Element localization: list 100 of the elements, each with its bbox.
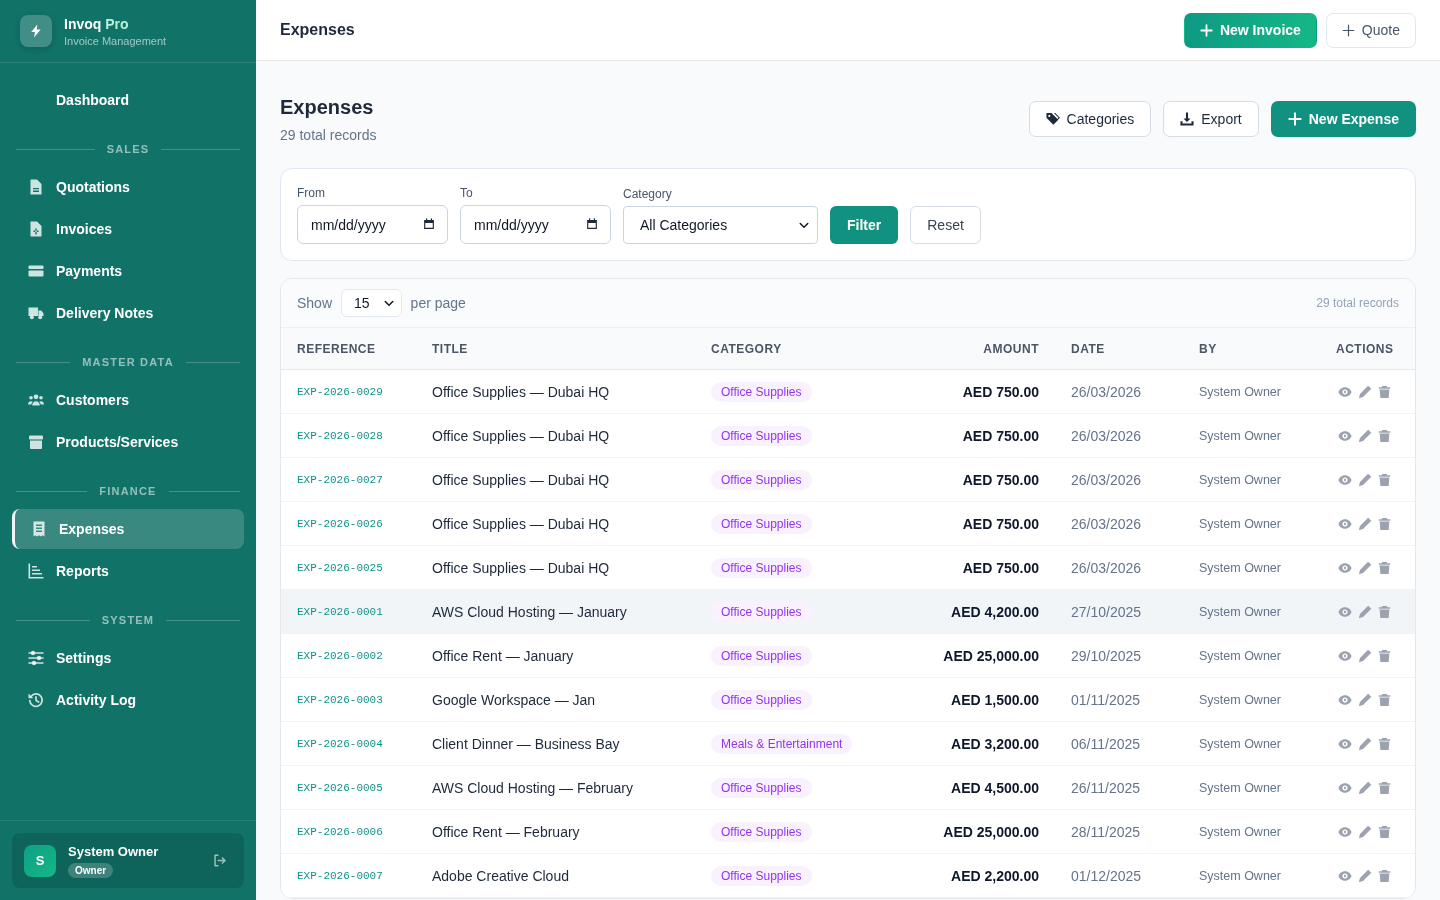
column-header: CATEGORY bbox=[710, 341, 783, 356]
reference-link[interactable]: EXP-2026-0004 bbox=[297, 737, 383, 750]
table-cell-text: AED 1,500.00 bbox=[950, 691, 1040, 708]
quote-button[interactable]: Quote bbox=[1325, 12, 1416, 48]
pencil-icon[interactable] bbox=[1358, 780, 1372, 795]
reference-link[interactable]: EXP-2026-0026 bbox=[297, 517, 383, 530]
trash-icon[interactable] bbox=[1378, 736, 1391, 751]
table-cell-text: Office Supplies — Dubai HQ bbox=[431, 515, 611, 532]
eye-icon[interactable] bbox=[1338, 604, 1352, 619]
pencil-icon[interactable] bbox=[1358, 472, 1372, 487]
header-title: Expenses bbox=[280, 21, 355, 39]
calendar-icon bbox=[423, 218, 435, 230]
pencil-icon[interactable] bbox=[1358, 516, 1372, 531]
column-header: REFERENCE bbox=[296, 341, 377, 356]
reference-link[interactable]: EXP-2026-0027 bbox=[297, 473, 383, 486]
table-cell-text: 26/03/2026 bbox=[1070, 383, 1143, 400]
trash-icon[interactable] bbox=[1378, 604, 1391, 619]
download-icon bbox=[1180, 112, 1195, 126]
sidebar-item[interactable]: Activity Log bbox=[12, 680, 244, 720]
pencil-icon[interactable] bbox=[1358, 824, 1372, 839]
reference-link[interactable]: EXP-2026-0006 bbox=[297, 825, 383, 838]
trash-icon[interactable] bbox=[1378, 384, 1391, 399]
trash-icon[interactable] bbox=[1378, 824, 1391, 839]
sidebar-item[interactable]: Payments bbox=[12, 251, 244, 291]
role-badge: Owner bbox=[68, 863, 114, 878]
table-cell-text: System Owner bbox=[1198, 868, 1282, 883]
export-button[interactable]: Export bbox=[1163, 101, 1259, 137]
pencil-icon[interactable] bbox=[1358, 868, 1372, 883]
category-select[interactable]: All Categories bbox=[623, 206, 818, 244]
page-size-select[interactable]: 15 bbox=[341, 289, 402, 317]
eye-icon[interactable] bbox=[1338, 868, 1352, 883]
brand-name: Invoq Pro bbox=[64, 14, 130, 33]
sidebar-item[interactable]: Reports bbox=[12, 551, 244, 591]
eye-icon[interactable] bbox=[1338, 692, 1352, 707]
eye-icon[interactable] bbox=[1338, 780, 1352, 795]
eye-icon[interactable] bbox=[1338, 516, 1352, 531]
reference-link[interactable]: EXP-2026-0003 bbox=[297, 693, 383, 706]
sidebar-item[interactable]: Settings bbox=[12, 638, 244, 678]
eye-icon[interactable] bbox=[1338, 428, 1352, 443]
sidebar-item[interactable]: Products/Services bbox=[12, 422, 244, 462]
table-cell-text: Adobe Creative Cloud bbox=[431, 867, 570, 884]
table-cell-text: System Owner bbox=[1198, 604, 1282, 619]
trash-icon[interactable] bbox=[1378, 560, 1391, 575]
eye-icon[interactable] bbox=[1338, 384, 1352, 399]
sidebar-item[interactable]: Dashboard bbox=[12, 80, 244, 120]
eye-icon[interactable] bbox=[1338, 736, 1352, 751]
to-date-field[interactable]: mm/dd/yyyy bbox=[460, 205, 611, 244]
category-tag: Office Supplies bbox=[711, 557, 812, 578]
trash-icon[interactable] bbox=[1378, 428, 1391, 443]
reference-link[interactable]: EXP-2026-0025 bbox=[297, 561, 383, 574]
trash-icon[interactable] bbox=[1378, 868, 1391, 883]
pencil-icon[interactable] bbox=[1358, 428, 1372, 443]
plus-icon bbox=[1341, 23, 1355, 37]
trash-icon[interactable] bbox=[1378, 516, 1391, 531]
sidebar-item[interactable]: Customers bbox=[12, 380, 244, 420]
new-invoice-button[interactable]: New Invoice bbox=[1183, 12, 1317, 48]
reset-button[interactable]: Reset bbox=[910, 206, 981, 244]
sidebar-item[interactable]: Expenses bbox=[12, 509, 244, 549]
category-tag: Office Supplies bbox=[711, 513, 812, 534]
pencil-icon[interactable] bbox=[1358, 692, 1372, 707]
bolt-icon bbox=[20, 15, 52, 47]
table-cell-text: System Owner bbox=[1198, 780, 1282, 795]
sidebar-item[interactable]: Delivery Notes bbox=[12, 293, 244, 333]
category-tag: Office Supplies bbox=[711, 469, 812, 490]
eye-icon[interactable] bbox=[1338, 560, 1352, 575]
pencil-icon[interactable] bbox=[1358, 384, 1372, 399]
history-icon bbox=[28, 692, 44, 708]
table-cell-text: AED 750.00 bbox=[961, 427, 1040, 444]
reference-link[interactable]: EXP-2026-0002 bbox=[297, 649, 383, 662]
table-cell-text: 26/03/2026 bbox=[1070, 427, 1143, 444]
pencil-icon[interactable] bbox=[1358, 604, 1372, 619]
pencil-icon[interactable] bbox=[1358, 560, 1372, 575]
reference-link[interactable]: EXP-2026-0029 bbox=[297, 385, 383, 398]
eye-icon[interactable] bbox=[1338, 472, 1352, 487]
pencil-icon[interactable] bbox=[1358, 648, 1372, 663]
reference-link[interactable]: EXP-2026-0028 bbox=[297, 429, 383, 442]
table-cell-text: System Owner bbox=[1198, 384, 1282, 399]
sidebar-item[interactable]: Invoices bbox=[12, 209, 244, 249]
from-date-field[interactable]: mm/dd/yyyy bbox=[297, 205, 448, 244]
trash-icon[interactable] bbox=[1378, 648, 1391, 663]
trash-icon[interactable] bbox=[1378, 472, 1391, 487]
filter-button[interactable]: Filter bbox=[830, 206, 899, 244]
categories-button[interactable]: Categories bbox=[1028, 101, 1152, 137]
pencil-icon[interactable] bbox=[1358, 736, 1372, 751]
plus-icon bbox=[1287, 112, 1302, 126]
section-heading: SALES bbox=[106, 142, 150, 157]
new-expense-button[interactable]: New Expense bbox=[1270, 101, 1416, 137]
logout-icon[interactable] bbox=[213, 854, 226, 867]
table-cell-text: Office Rent — February bbox=[431, 823, 581, 840]
trash-icon[interactable] bbox=[1378, 780, 1391, 795]
sidebar-item[interactable]: Quotations bbox=[12, 167, 244, 207]
column-header: AMOUNT bbox=[982, 341, 1040, 356]
category-tag: Office Supplies bbox=[711, 645, 812, 666]
eye-icon[interactable] bbox=[1338, 824, 1352, 839]
reference-link[interactable]: EXP-2026-0007 bbox=[297, 869, 383, 882]
reference-link[interactable]: EXP-2026-0001 bbox=[297, 605, 383, 618]
section-heading: MASTER DATA bbox=[82, 355, 174, 370]
trash-icon[interactable] bbox=[1378, 692, 1391, 707]
reference-link[interactable]: EXP-2026-0005 bbox=[297, 781, 383, 794]
eye-icon[interactable] bbox=[1338, 648, 1352, 663]
